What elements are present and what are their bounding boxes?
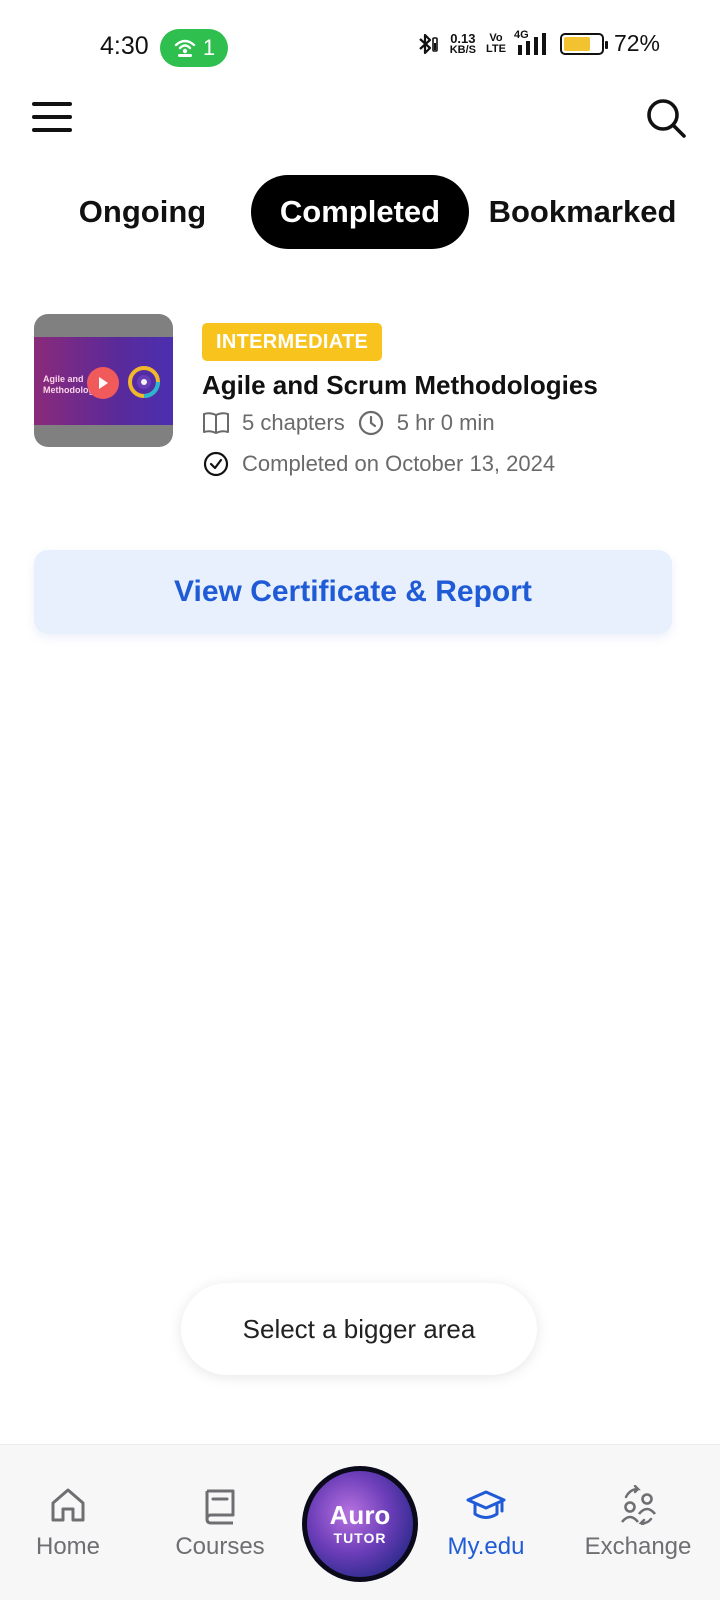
nav-myedu-label: My.edu [447, 1533, 525, 1560]
level-badge: INTERMEDIATE [202, 323, 383, 361]
completed-date: Completed on October 13, 2024 [242, 451, 556, 476]
status-time: 4:30 [100, 32, 149, 60]
auro-tutor-button[interactable]: Auro TUTOR [302, 1466, 418, 1582]
network-type: 4G [513, 28, 529, 41]
clock-icon [358, 410, 383, 436]
auro-tutor-logo: Auro TUTOR [307, 1471, 413, 1577]
nav-myedu[interactable]: My.edu [430, 1445, 542, 1600]
menu-line [32, 115, 72, 119]
nav-home[interactable]: Home [18, 1445, 118, 1600]
search-icon [647, 99, 686, 138]
book-icon [205, 1489, 235, 1525]
course-duration: 5 hr 0 min [396, 410, 495, 435]
battery-fill [563, 36, 590, 51]
tab-ongoing[interactable]: Ongoing [60, 175, 225, 249]
nav-courses[interactable]: Courses [160, 1445, 280, 1600]
completion-row: Completed on October 13, 2024 [202, 450, 555, 478]
tab-bar: Ongoing Completed Bookmarked [0, 175, 720, 249]
battery-icon [559, 32, 608, 55]
bluetooth-icon [418, 33, 438, 54]
tutor-subtitle: TUTOR [333, 1530, 387, 1546]
exchange-users-icon [620, 1485, 657, 1525]
status-right: 0.13 KB/S Vo LTE 4G 72% [414, 28, 660, 57]
open-book-icon [203, 412, 229, 434]
signal-indicator: 4G [513, 28, 550, 57]
menu-button[interactable] [32, 100, 72, 134]
chapters-count: 5 chapters [242, 410, 345, 435]
course-meta: 5 chapters 5 hr 0 min [202, 409, 495, 437]
view-certificate-button[interactable]: View Certificate & Report [34, 550, 672, 634]
nav-exchange[interactable]: Exchange [568, 1445, 708, 1600]
check-circle-icon [203, 451, 229, 477]
tutor-title: Auro [329, 1500, 391, 1530]
home-icon [51, 1488, 85, 1522]
graduation-cap-icon [466, 1490, 506, 1519]
tab-completed[interactable]: Completed [251, 175, 469, 249]
hamburger-menu-icon [32, 102, 72, 106]
hotspot-indicator: 1 [160, 29, 228, 67]
nav-home-label: Home [35, 1533, 101, 1560]
toast-message: Select a bigger area [181, 1283, 537, 1375]
volte-indicator: Vo LTE [485, 31, 506, 55]
tab-bookmarked[interactable]: Bookmarked [480, 175, 685, 249]
course-card[interactable]: Agile and Methodolog INTERMEDIATE Agile … [32, 314, 688, 484]
battery-percent: 72% [613, 30, 660, 56]
course-thumbnail[interactable]: Agile and Methodolog [34, 314, 173, 447]
nav-exchange-label: Exchange [584, 1533, 692, 1560]
net-speed: 0.13 KB/S [449, 30, 476, 56]
nav-courses-label: Courses [175, 1533, 265, 1560]
gear-icon [128, 366, 160, 398]
hotspot-icon [174, 39, 196, 57]
play-icon [87, 367, 119, 399]
menu-line [32, 128, 72, 132]
search-button[interactable] [644, 96, 688, 140]
course-title[interactable]: Agile and Scrum Methodologies [202, 370, 598, 401]
play-triangle [99, 377, 108, 389]
status-bar: 4:30 1 0.13 KB/S Vo LTE 4G 72% [0, 0, 720, 96]
hotspot-count: 1 [202, 35, 216, 60]
